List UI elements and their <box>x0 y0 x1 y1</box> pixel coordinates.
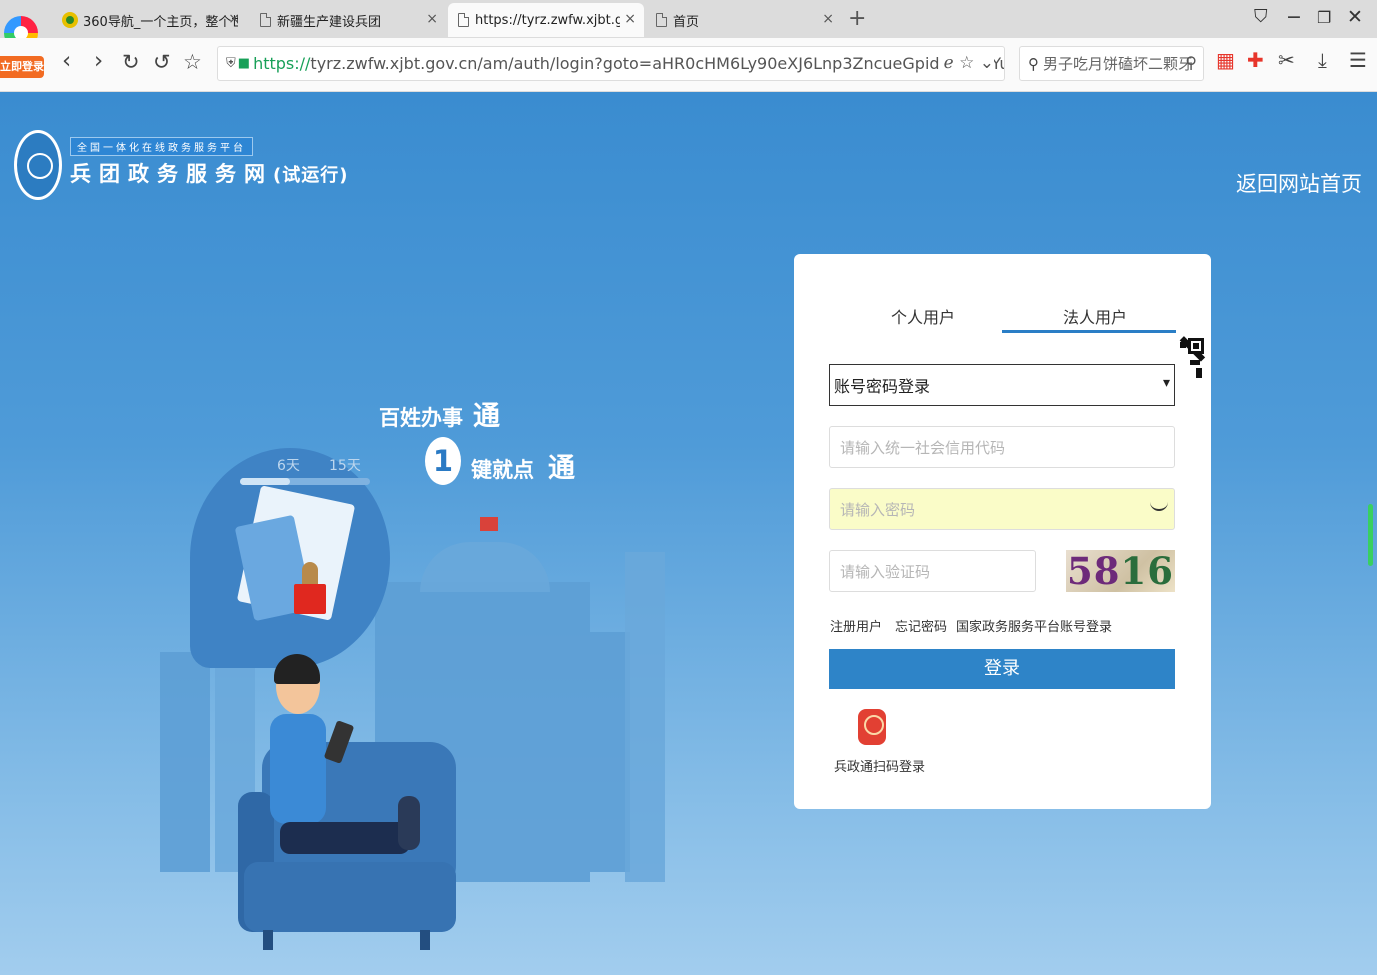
qr-code-switch-icon[interactable] <box>1176 336 1206 380</box>
login-button[interactable]: 登录 <box>829 649 1175 689</box>
tab-tyrz-active[interactable]: https://tyrz.zwfw.xjbt.gov.cn × <box>448 3 644 37</box>
back-icon[interactable]: ‹ <box>62 48 71 74</box>
site-name: 兵团政务服务网(试运行) <box>70 158 348 188</box>
apps-grid-icon[interactable]: ▦ <box>1216 48 1235 72</box>
address-bar[interactable]: ⛨ ■ https:// tyrz.zwfw.xjbt.gov.cn/am/au… <box>217 46 1005 81</box>
captcha-placeholder: 请输入验证码 <box>840 563 931 581</box>
new-tab-button[interactable]: + <box>848 6 866 31</box>
site-trial-label: (试运行) <box>273 165 349 186</box>
building-dome-shape <box>420 542 550 592</box>
tab-close-icon[interactable]: × <box>426 11 438 27</box>
credit-code-placeholder: 请输入统一社会信用代码 <box>840 439 1006 457</box>
browser-tab-bar: 360导航_一个主页，整个世界 × 新疆生产建设兵团 × https://tyr… <box>0 0 1377 50</box>
slogan-accent: 通 <box>473 401 500 432</box>
security-shield-icon: ⛨ <box>226 56 236 71</box>
slogan-line-1: 百姓办事通 <box>379 394 500 433</box>
register-link[interactable]: 注册用户 <box>830 616 882 635</box>
slogan-line-2: 键就点通 <box>471 446 575 485</box>
building-shape <box>625 552 665 882</box>
url-text: tyrz.zwfw.xjbt.gov.cn/am/auth/login?goto… <box>310 54 1004 73</box>
site-emblem-icon <box>14 130 62 200</box>
url-protocol: https:// <box>253 54 311 73</box>
person-body-shape <box>270 714 326 824</box>
bingzhengtong-app-icon[interactable] <box>858 709 886 745</box>
lock-icon: ■ <box>237 56 251 71</box>
tab-close-icon[interactable]: × <box>624 11 636 27</box>
site-tagline: 全国一体化在线政务服务平台 <box>70 137 253 156</box>
tab-title: 首页 <box>673 14 700 30</box>
scroll-indicator[interactable] <box>1368 504 1373 566</box>
search-button-icon[interactable]: ⚲ <box>1185 53 1197 72</box>
national-platform-login-link[interactable]: 国家政务服务平台账号登录 <box>956 616 1112 635</box>
close-window-icon[interactable]: ✕ <box>1347 6 1363 28</box>
menu-icon[interactable]: ☰ <box>1349 48 1367 72</box>
building-shape <box>590 632 630 872</box>
tab-360-nav[interactable]: 360导航_一个主页，整个世界 × <box>52 3 248 37</box>
login-method-value: 账号密码登录 <box>834 377 931 396</box>
page-icon <box>260 13 271 27</box>
tab-personal-user[interactable]: 个人用户 <box>891 304 955 328</box>
captcha-image[interactable]: 5816 <box>1066 550 1175 592</box>
search-text: 男子吃月饼磕坏二颗牙 <box>1043 55 1194 73</box>
password-input[interactable]: 请输入密码 <box>829 488 1175 530</box>
search-icon: ⚲ <box>1028 54 1039 73</box>
slogan-accent: 通 <box>548 453 575 484</box>
captcha-digits-a: 58 <box>1067 549 1121 593</box>
stamp-icon <box>294 584 326 614</box>
sofa-seat-shape <box>244 862 456 932</box>
progress-bar <box>240 478 370 485</box>
minimize-icon[interactable]: − <box>1286 6 1302 28</box>
tab-xinjiang-bingtuan[interactable]: 新疆生产建设兵团 × <box>250 3 446 37</box>
flag-icon <box>480 517 498 531</box>
app-scan-login-label[interactable]: 兵政通扫码登录 <box>834 756 925 775</box>
password-placeholder: 请输入密码 <box>840 501 916 519</box>
building-shape <box>160 652 210 872</box>
days-15-label: 15天 <box>329 458 361 474</box>
refresh-icon[interactable]: ↻ <box>122 50 140 74</box>
slogan-text: 百姓办事 <box>379 406 463 430</box>
tab-close-icon[interactable]: × <box>228 11 240 27</box>
360-favicon-icon <box>62 12 78 28</box>
person-shoe-shape <box>398 796 420 850</box>
hide-password-eye-icon[interactable] <box>1150 501 1168 511</box>
back-to-home-link[interactable]: 返回网站首页 <box>1236 168 1362 198</box>
number-one-badge: 1 <box>425 437 461 485</box>
browser-nav-bar: 立即登录 ‹ › ↻ ↺ ☆ ⛨ ■ https:// tyrz.zwfw.xj… <box>0 38 1377 92</box>
tab-legal-user[interactable]: 法人用户 <box>1063 304 1127 328</box>
tab-title: https://tyrz.zwfw.xjbt.gov.cn <box>475 12 620 28</box>
captcha-input[interactable]: 请输入验证码 <box>829 550 1036 592</box>
slogan-text: 键就点 <box>471 458 534 482</box>
tab-title: 360导航_一个主页，整个世界 <box>83 14 238 30</box>
person-legs-shape <box>280 822 410 854</box>
site-name-text: 兵团政务服务网 <box>70 162 273 186</box>
page-icon <box>656 13 667 27</box>
game-icon[interactable]: ✚ <box>1247 48 1264 72</box>
captcha-digits-b: 16 <box>1120 549 1174 593</box>
page-icon <box>458 13 469 27</box>
tab-home[interactable]: 首页 × <box>646 3 842 37</box>
progress-fill <box>240 478 290 485</box>
sofa-leg-shape <box>263 930 273 950</box>
search-box[interactable]: ⚲ 男子吃月饼磕坏二颗牙 ⚲ <box>1019 46 1204 81</box>
undo-close-icon[interactable]: ↺ <box>153 50 171 74</box>
credit-code-input[interactable]: 请输入统一社会信用代码 <box>829 426 1175 468</box>
login-card: 个人用户 法人用户 账号密码登录 ▾ 请输入统一社会信用代码 请输入密码 请输入… <box>794 254 1211 809</box>
restore-icon[interactable]: ❐ <box>1317 8 1331 27</box>
login-page: 全国一体化在线政务服务平台 兵团政务服务网(试运行) 返回网站首页 6天 15天… <box>0 92 1377 975</box>
bookmark-star-icon[interactable]: ☆ <box>183 50 202 74</box>
chevron-down-icon: ▾ <box>1162 375 1170 391</box>
forward-icon[interactable]: › <box>94 48 103 74</box>
active-tab-underline <box>1002 330 1176 333</box>
login-method-select[interactable]: 账号密码登录 ▾ <box>829 364 1175 406</box>
forgot-password-link[interactable]: 忘记密码 <box>895 616 947 635</box>
login-badge[interactable]: 立即登录 <box>0 56 44 78</box>
sofa-leg-shape <box>420 930 430 950</box>
download-icon[interactable]: ⤓ <box>1318 48 1327 72</box>
screenshot-scissors-icon[interactable]: ✂ <box>1278 48 1295 72</box>
skin-icon[interactable]: ⛉ <box>1254 6 1268 27</box>
days-6-label: 6天 <box>277 458 300 474</box>
address-bar-icons[interactable]: ℯ ☆ ⌄ <box>939 53 994 73</box>
tab-title: 新疆生产建设兵团 <box>277 14 382 30</box>
tab-close-icon[interactable]: × <box>822 11 834 27</box>
